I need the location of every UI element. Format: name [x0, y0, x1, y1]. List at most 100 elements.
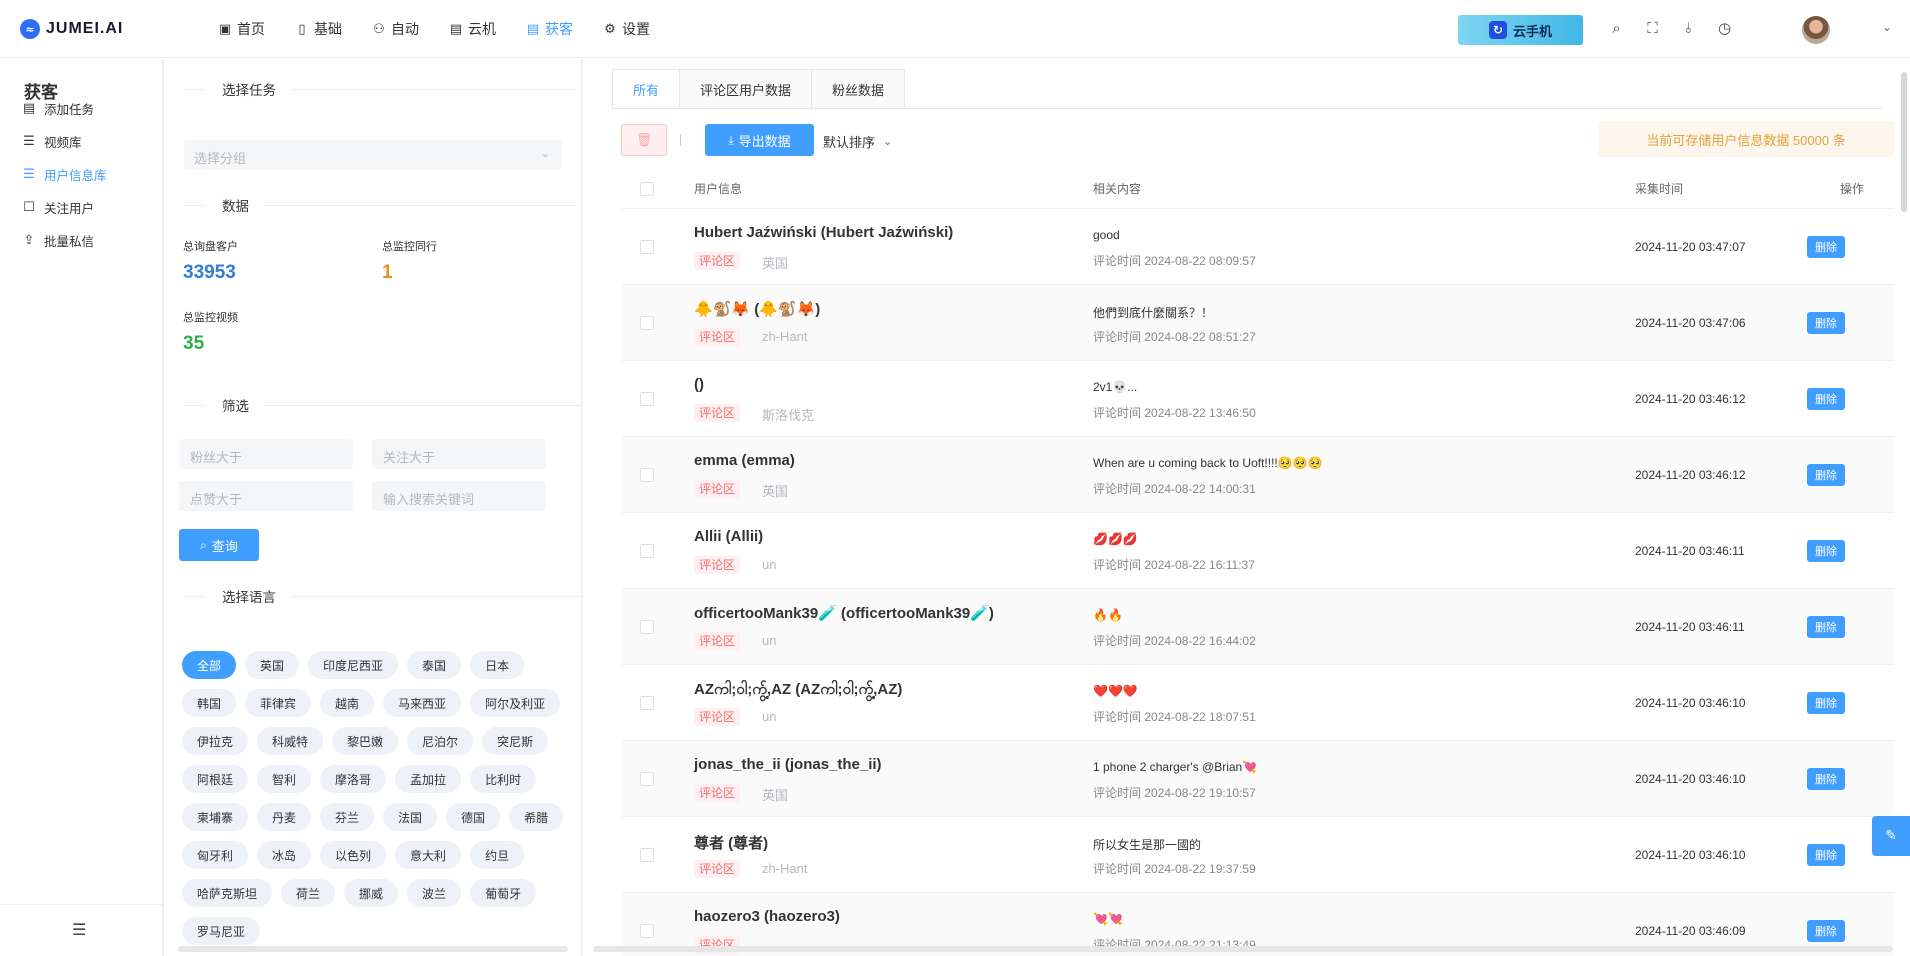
language-tag[interactable]: 德国	[446, 803, 501, 831]
language-tag[interactable]: 比利时	[470, 765, 537, 793]
language-tag[interactable]: 突尼斯	[482, 727, 549, 755]
fans-min-input[interactable]: 粉丝大于	[179, 439, 353, 469]
row-checkbox[interactable]	[640, 544, 654, 558]
language-tag[interactable]: 哈萨克斯坦	[182, 879, 273, 907]
delete-row-button[interactable]: 删除	[1807, 312, 1845, 334]
language-tag[interactable]: 尼泊尔	[407, 727, 474, 755]
row-checkbox[interactable]	[640, 392, 654, 406]
language-tag[interactable]: 越南	[320, 689, 375, 717]
row-checkbox[interactable]	[640, 240, 654, 254]
language-tag[interactable]: 英国	[245, 651, 300, 679]
likes-min-input[interactable]: 点赞大于	[179, 481, 353, 511]
search-icon[interactable]: ⌕	[1608, 18, 1625, 38]
nav-home[interactable]: ▣ 首页	[218, 19, 265, 39]
language-tag[interactable]: 冰岛	[257, 841, 312, 869]
row-checkbox[interactable]	[640, 696, 654, 710]
cloud-phone-button[interactable]: ↻ 云手机	[1458, 15, 1583, 45]
language-tag[interactable]: 约旦	[470, 841, 525, 869]
clock-icon[interactable]: ◷	[1716, 18, 1733, 38]
tab-1[interactable]: 评论区用户数据	[680, 69, 813, 109]
language-tag[interactable]: 柬埔寨	[182, 803, 249, 831]
delete-row-button[interactable]: 删除	[1807, 388, 1845, 410]
language-tag[interactable]: 伊拉克	[182, 727, 249, 755]
avatar[interactable]	[1802, 16, 1830, 44]
delete-row-button[interactable]: 删除	[1807, 844, 1845, 866]
stats-icon[interactable]: ⫰	[1680, 18, 1697, 38]
delete-row-button[interactable]: 删除	[1807, 768, 1845, 790]
row-checkbox[interactable]	[640, 772, 654, 786]
nav-label: 云机	[468, 21, 496, 37]
row-checkbox[interactable]	[640, 848, 654, 862]
delete-row-button[interactable]: 删除	[1807, 464, 1845, 486]
tab-2[interactable]: 粉丝数据	[812, 69, 906, 109]
language-tag[interactable]: 印度尼西亚	[308, 651, 399, 679]
language-tag[interactable]: 芬兰	[320, 803, 375, 831]
horizontal-scrollbar[interactable]	[178, 946, 568, 952]
floating-edit-button[interactable]: ✎	[1872, 816, 1910, 856]
follow-min-input[interactable]: 关注大于	[372, 439, 546, 469]
language-tag[interactable]: 菲律宾	[245, 689, 312, 717]
sort-dropdown[interactable]: 默认排序 ⌄	[823, 132, 892, 151]
language-tag[interactable]: 摩洛哥	[320, 765, 387, 793]
nav-label: 获客	[545, 21, 573, 37]
row-checkbox[interactable]	[640, 620, 654, 634]
row-checkbox[interactable]	[640, 468, 654, 482]
nav-basic[interactable]: ▯ 基础	[295, 19, 342, 39]
language-tag[interactable]: 意大利	[395, 841, 462, 869]
vertical-scrollbar[interactable]	[1901, 72, 1907, 212]
fullscreen-icon[interactable]: ⛶	[1644, 18, 1661, 38]
language-tag[interactable]: 智利	[257, 765, 312, 793]
sidebar-item-follow-users[interactable]: ☐ 关注用户	[22, 198, 94, 217]
nav-auto[interactable]: ⚇ 自动	[372, 19, 419, 39]
batch-delete-button[interactable]: 🗑	[621, 124, 667, 156]
nav-acquire[interactable]: ▤ 获客	[526, 19, 573, 39]
sidebar-item-video-library[interactable]: ☰ 视频库	[22, 132, 81, 151]
delete-row-button[interactable]: 删除	[1807, 920, 1845, 942]
language-tag[interactable]: 泰国	[407, 651, 462, 679]
language-tag[interactable]: 葡萄牙	[470, 879, 537, 907]
nav-cloud-machine[interactable]: ▤ 云机	[449, 19, 496, 39]
language-tag[interactable]: 波兰	[407, 879, 462, 907]
sidebar-item-add-task[interactable]: ▤ 添加任务	[22, 99, 94, 118]
comment-time: 评论时间 2024-08-22 16:44:02	[1093, 634, 1256, 648]
stat-label: 总询盘客户	[183, 241, 238, 253]
language-tag[interactable]: 阿根廷	[182, 765, 249, 793]
sidebar-item-batch-dm[interactable]: ⇪ 批量私信	[22, 231, 94, 250]
tab-0[interactable]: 所有	[612, 69, 681, 109]
row-checkbox[interactable]	[640, 316, 654, 330]
language-tag[interactable]: 日本	[470, 651, 525, 679]
language-tag[interactable]: 以色列	[320, 841, 387, 869]
language-tag[interactable]: 罗马尼亚	[182, 917, 261, 945]
language-tag[interactable]: 科威特	[257, 727, 324, 755]
delete-row-button[interactable]: 删除	[1807, 616, 1845, 638]
sidebar: 获客 ▤ 添加任务 ☰ 视频库 ☰ 用户信息库 ☐ 关注用户 ⇪ 批量私信 ☰	[0, 58, 163, 956]
language-tag[interactable]: 丹麦	[257, 803, 312, 831]
group-select[interactable]: 选择分组 ⌄	[184, 140, 562, 170]
language-tag[interactable]: 黎巴嫩	[332, 727, 399, 755]
delete-row-button[interactable]: 删除	[1807, 692, 1845, 714]
delete-row-button[interactable]: 删除	[1807, 236, 1845, 258]
language-tag[interactable]: 荷兰	[281, 879, 336, 907]
language-tag[interactable]: 马来西亚	[383, 689, 462, 717]
language-tag[interactable]: 希腊	[509, 803, 564, 831]
query-button[interactable]: ⌕ 查询	[179, 529, 259, 561]
chevron-down-icon[interactable]: ⌄	[1882, 20, 1892, 34]
nav-settings[interactable]: ⚙ 设置	[603, 19, 650, 39]
language-tag[interactable]: 孟加拉	[395, 765, 462, 793]
select-all-checkbox[interactable]	[640, 181, 654, 196]
export-data-button[interactable]: ⤓ 导出数据	[705, 124, 814, 156]
row-checkbox[interactable]	[640, 924, 654, 938]
logo[interactable]: ≈ JUMEI.AI	[20, 19, 123, 39]
delete-row-button[interactable]: 删除	[1807, 540, 1845, 562]
language-tag[interactable]: 法国	[383, 803, 438, 831]
sidebar-item-user-info-library[interactable]: ☰ 用户信息库	[22, 165, 106, 184]
language-tag[interactable]: 匈牙利	[182, 841, 249, 869]
language-tag[interactable]: 全部	[182, 651, 237, 679]
comment-text: 他們到底什麼關系？！	[1093, 306, 1214, 320]
language-tag[interactable]: 阿尔及利亚	[470, 689, 561, 717]
language-tag[interactable]: 挪威	[344, 879, 399, 907]
horizontal-scrollbar[interactable]	[593, 946, 1893, 952]
search-input[interactable]: 输入搜索关键词	[372, 481, 546, 511]
language-tag[interactable]: 韩国	[182, 689, 237, 717]
collapse-menu-icon[interactable]: ☰	[72, 920, 86, 939]
